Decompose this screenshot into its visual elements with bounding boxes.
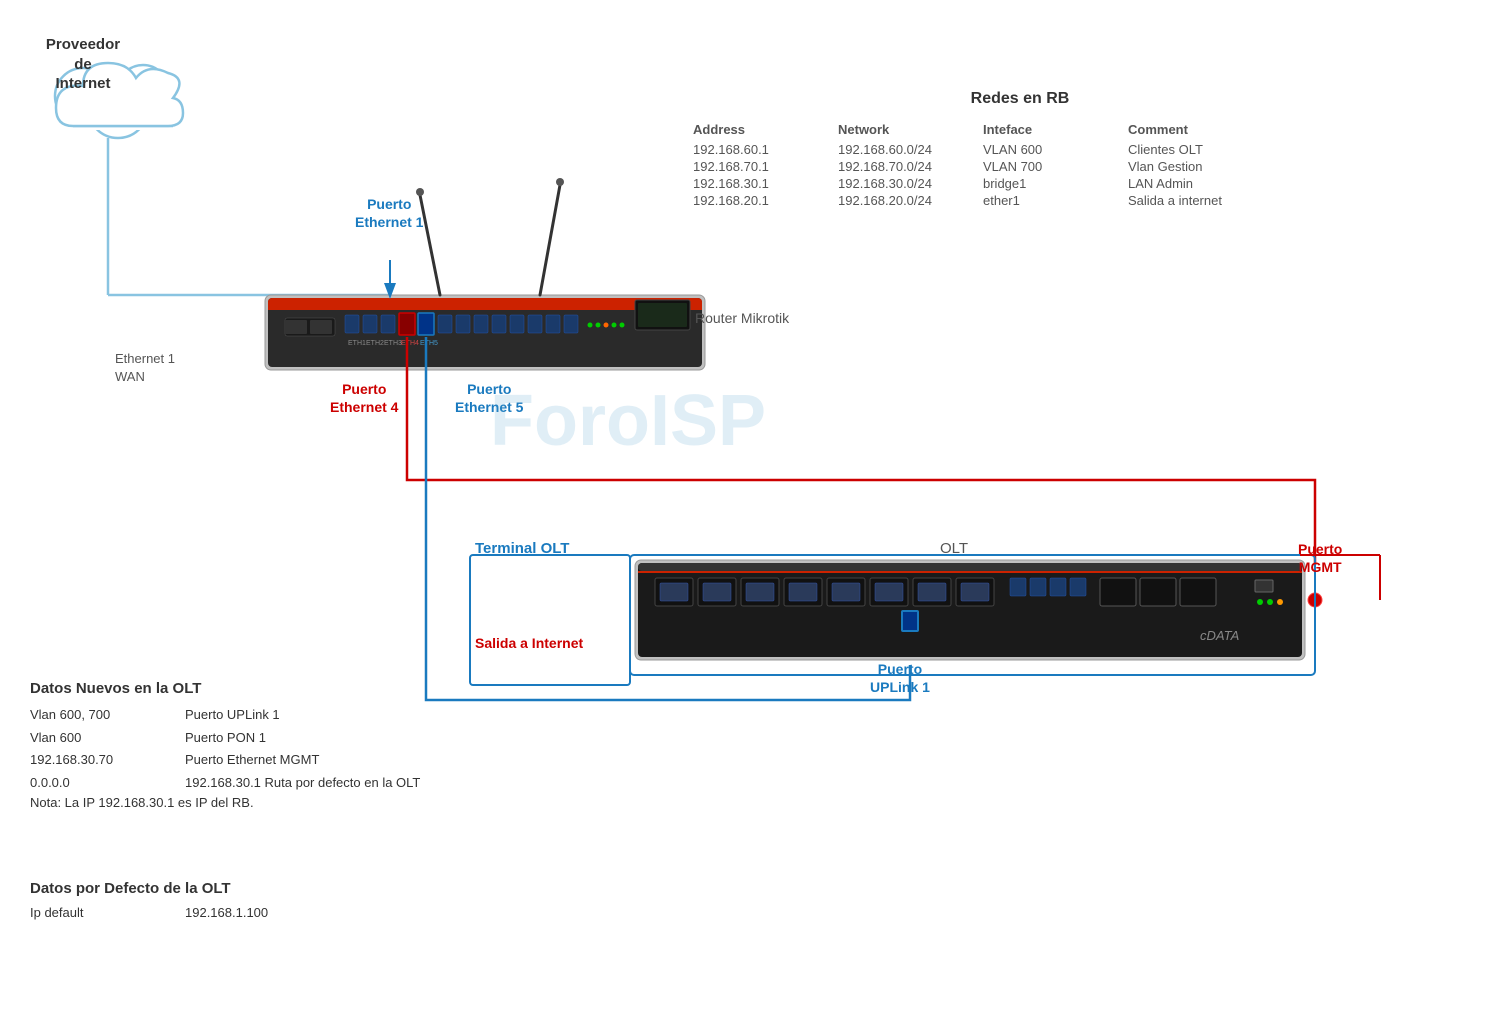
salida-internet-label: Salida a Internet: [475, 635, 583, 651]
page-container: ETH1 ETH2 ETH3 ETH4 ETH5: [0, 0, 1500, 1031]
watermark: ForoISP: [490, 380, 766, 462]
redes-iface-1: VLAN 700: [975, 158, 1120, 175]
puerto-ethernet1-label: Puerto Ethernet 1: [355, 195, 423, 231]
redes-header-inteface: Inteface: [975, 120, 1120, 141]
datos-nuevos-title: Datos Nuevos en la OLT: [30, 680, 470, 697]
redes-header-address: Address: [685, 120, 830, 141]
redes-comment-3: Salida a internet: [1120, 192, 1265, 209]
puerto-mgmt-label: Puerto MGMT: [1298, 540, 1342, 576]
redes-header-comment: Comment: [1120, 120, 1265, 141]
redes-rb-header-row: Address Network Inteface Comment: [685, 120, 1355, 141]
router-mikrotik-label: Router Mikrotik: [695, 310, 789, 326]
redes-addr-2: 192.168.30.1: [685, 175, 830, 192]
redes-row-3: 192.168.20.1 192.168.20.0/24 ether1 Sali…: [685, 192, 1355, 209]
redes-header-network: Network: [830, 120, 975, 141]
terminal-olt-label: Terminal OLT: [475, 540, 569, 557]
redes-comment-2: LAN Admin: [1120, 175, 1265, 192]
datos-defecto-row-0: Ip default 192.168.1.100: [30, 905, 470, 920]
redes-addr-0: 192.168.60.1: [685, 141, 830, 158]
svg-text:ETH4: ETH4: [401, 340, 419, 347]
datos-defecto-col2-0: 192.168.1.100: [185, 905, 268, 920]
redes-addr-3: 192.168.20.1: [685, 192, 830, 209]
cloud-label: Proveedor de Internet: [38, 35, 128, 94]
puerto-ethernet4-label: Puerto Ethernet 4: [330, 380, 398, 416]
redes-rb-title: Redes en RB: [685, 90, 1355, 108]
datos-nuevos-row-0: Vlan 600, 700 Puerto UPLink 1: [30, 705, 470, 725]
redes-net-2: 192.168.30.0/24: [830, 175, 975, 192]
datos-defecto-col1-0: Ip default: [30, 905, 185, 920]
redes-row-1: 192.168.70.1 192.168.70.0/24 VLAN 700 Vl…: [685, 158, 1355, 175]
redes-rb-table: Address Network Inteface Comment 192.168…: [685, 120, 1355, 209]
svg-text:ETH2: ETH2: [366, 340, 384, 347]
eth1-wan-label: Ethernet 1 WAN: [115, 350, 175, 386]
datos-nuevos-section: Datos Nuevos en la OLT Vlan 600, 700 Pue…: [30, 680, 470, 810]
datos-nuevos-col2-1: Puerto PON 1: [185, 728, 266, 748]
datos-nuevos-col1-2: 192.168.30.70: [30, 750, 185, 770]
svg-text:ETH3: ETH3: [384, 340, 402, 347]
datos-nuevos-col1-3: 0.0.0.0: [30, 773, 185, 793]
redes-net-1: 192.168.70.0/24: [830, 158, 975, 175]
redes-iface-3: ether1: [975, 192, 1120, 209]
datos-nuevos-col1-0: Vlan 600, 700: [30, 705, 185, 725]
redes-net-0: 192.168.60.0/24: [830, 141, 975, 158]
datos-nuevos-row-1: Vlan 600 Puerto PON 1: [30, 728, 470, 748]
datos-nuevos-row-2: 192.168.30.70 Puerto Ethernet MGMT: [30, 750, 470, 770]
puerto-uplink-label: Puerto UPLink 1: [870, 660, 930, 696]
redes-addr-1: 192.168.70.1: [685, 158, 830, 175]
redes-comment-1: Vlan Gestion: [1120, 158, 1265, 175]
olt-label: OLT: [940, 540, 968, 557]
datos-defecto-section: Datos por Defecto de la OLT Ip default 1…: [30, 880, 470, 920]
redes-row-2: 192.168.30.1 192.168.30.0/24 bridge1 LAN…: [685, 175, 1355, 192]
svg-text:ETH5: ETH5: [420, 340, 438, 347]
redes-row-0: 192.168.60.1 192.168.60.0/24 VLAN 600 Cl…: [685, 141, 1355, 158]
datos-defecto-title: Datos por Defecto de la OLT: [30, 880, 470, 897]
datos-nuevos-col2-3: 192.168.30.1 Ruta por defecto en la OLT: [185, 773, 420, 793]
datos-nuevos-col2-2: Puerto Ethernet MGMT: [185, 750, 319, 770]
redes-comment-0: Clientes OLT: [1120, 141, 1265, 158]
redes-rb-section: Redes en RB Address Network Inteface Com…: [685, 90, 1355, 209]
redes-iface-2: bridge1: [975, 175, 1120, 192]
puerto-ethernet5-label: Puerto Ethernet 5: [455, 380, 523, 416]
datos-nuevos-row-3: 0.0.0.0 192.168.30.1 Ruta por defecto en…: [30, 773, 470, 793]
datos-nuevos-col2-0: Puerto UPLink 1: [185, 705, 280, 725]
redes-net-3: 192.168.20.0/24: [830, 192, 975, 209]
datos-nuevos-nota: Nota: La IP 192.168.30.1 es IP del RB.: [30, 795, 470, 810]
svg-text:ETH1: ETH1: [348, 340, 366, 347]
redes-iface-0: VLAN 600: [975, 141, 1120, 158]
datos-nuevos-col1-1: Vlan 600: [30, 728, 185, 748]
svg-text:cDATA: cDATA: [1200, 628, 1239, 643]
